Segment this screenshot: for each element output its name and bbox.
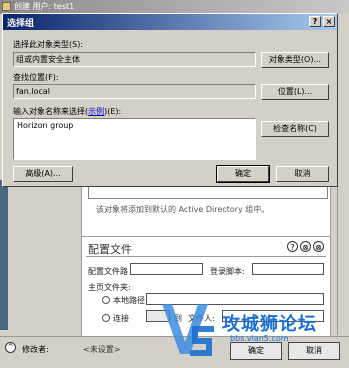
- local-path-label: 本地路径: [113, 296, 145, 305]
- create-user-titlebar: 创建 用户: test1: [0, 0, 349, 14]
- names-label-suffix: )(E):: [104, 107, 122, 116]
- watermark-logo-icon: [162, 304, 214, 356]
- dialog-title: 选择组: [7, 19, 35, 29]
- folder-icon: [2, 2, 11, 11]
- logon-script-label: 登录脚本:: [210, 267, 245, 276]
- names-label: 输入对象名称来选择(示例)(E):: [13, 106, 121, 117]
- cancel-button[interactable]: 取消: [276, 166, 329, 182]
- home-folder-label: 主页文件夹:: [88, 283, 131, 292]
- location-label: 查找位置(F):: [13, 73, 59, 82]
- help-button[interactable]: ?: [309, 16, 321, 27]
- local-path-radio[interactable]: [102, 296, 110, 304]
- left-panel: [0, 180, 76, 330]
- names-input-value: Horizon group: [17, 121, 74, 130]
- check-names-button[interactable]: 检查名称(C): [261, 121, 329, 137]
- location-field: fan.local: [13, 84, 256, 99]
- divider: [86, 256, 326, 257]
- left-strip: [0, 180, 8, 330]
- object-type-field: 组或内置安全主体: [13, 52, 256, 67]
- profile-path-input[interactable]: [130, 263, 203, 275]
- expand-icon[interactable]: ^: [5, 342, 16, 353]
- logon-script-input[interactable]: [252, 263, 324, 275]
- modifier-label: 修改者:: [22, 345, 49, 354]
- member-list[interactable]: [88, 186, 328, 199]
- member-of-panel: 该对象将添加到默认的 Active Directory 组中。: [81, 185, 331, 237]
- connect-label: 连接: [113, 314, 129, 323]
- object-type-label: 选择此对象类型(S):: [13, 40, 84, 49]
- modifier-value: <未设置>: [83, 345, 121, 354]
- examples-link[interactable]: 示例: [88, 107, 104, 116]
- create-user-title: 创建 用户: test1: [14, 2, 75, 11]
- watermark: 攻城狮论坛 bbs.vlan5.com: [158, 292, 349, 367]
- names-label-prefix: 输入对象名称来选择(: [13, 107, 89, 116]
- ad-group-note: 该对象将添加到默认的 Active Directory 组中。: [96, 205, 270, 214]
- watermark-url: bbs.vlan5.com: [230, 334, 289, 343]
- ok-button[interactable]: 确定: [216, 165, 270, 183]
- locations-button[interactable]: 位置(L)...: [261, 84, 329, 100]
- close-button[interactable]: ×: [323, 16, 335, 27]
- close-icon[interactable]: ⊗: [313, 241, 324, 252]
- advanced-button[interactable]: 高级(A)...: [13, 166, 73, 182]
- profile-title: 配置文件: [88, 243, 132, 256]
- names-input[interactable]: Horizon group: [13, 118, 256, 160]
- collapse-icon[interactable]: ⊗: [300, 241, 311, 252]
- object-types-button[interactable]: 对象类型(O)...: [261, 52, 329, 68]
- connect-radio[interactable]: [102, 314, 110, 322]
- profile-path-label: 配置文件路: [88, 267, 128, 276]
- dialog-titlebar: 选择组 ? ×: [3, 14, 337, 30]
- select-group-dialog: 选择组 ? × 选择此对象类型(S): 组或内置安全主体 对象类型(O)... …: [2, 13, 338, 187]
- help-icon[interactable]: ?: [287, 241, 298, 252]
- watermark-text: 攻城狮论坛: [222, 314, 317, 335]
